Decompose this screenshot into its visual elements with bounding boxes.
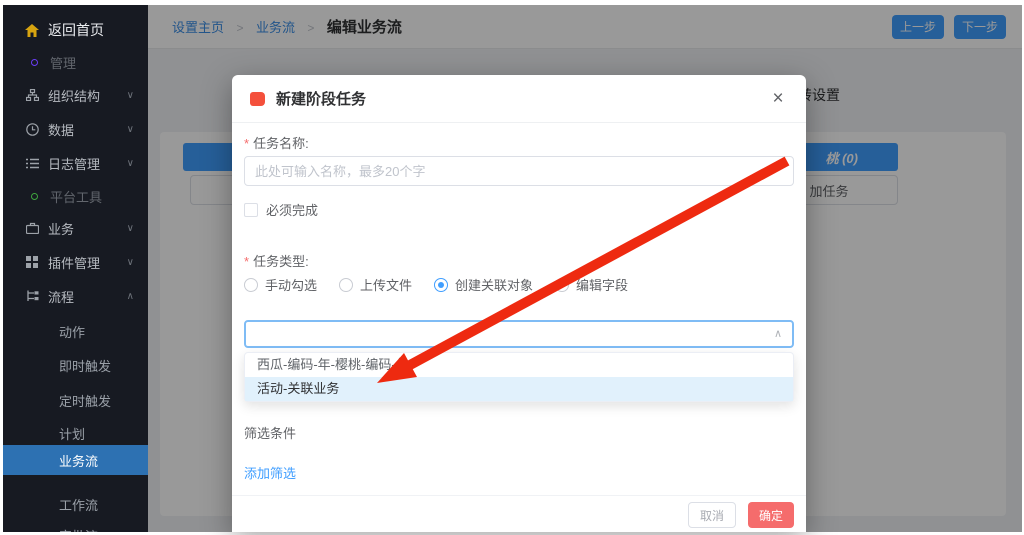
sidebar-item-plan[interactable]: 计划 (3, 418, 148, 448)
sidebar-item-label: 即时触发 (59, 356, 111, 375)
modal-title: 新建阶段任务 (276, 88, 366, 109)
task-type-radio-group: 手动勾选 上传文件 创建关联对象 编辑字段 (244, 275, 650, 294)
ring-purple-icon (27, 55, 41, 69)
sidebar-group-admin[interactable]: 管理 (3, 47, 148, 77)
chevron-down-icon: ∨ (127, 257, 134, 268)
task-name-input[interactable] (244, 156, 794, 186)
confirm-button[interactable]: 确定 (748, 502, 794, 528)
sidebar-item-timed-trigger[interactable]: 定时触发 (3, 385, 148, 415)
dropdown-option-activity-related-business[interactable]: 活动-关联业务 (245, 377, 793, 401)
must-complete-checkbox-row[interactable]: 必须完成 (244, 200, 318, 219)
sidebar-item-log-management[interactable]: 日志管理 ∨ (3, 148, 148, 178)
sidebar-item-label: 动作 (59, 322, 85, 341)
sidebar-item-home[interactable]: 返回首页 (3, 15, 148, 45)
sidebar-item-label: 返回首页 (48, 20, 104, 40)
org-icon (25, 88, 39, 102)
sidebar-group-platform-tools[interactable]: 平台工具 (3, 181, 148, 211)
must-complete-label: 必须完成 (266, 200, 318, 219)
list-icon (25, 156, 39, 170)
sidebar-item-label: 业务流 (59, 451, 98, 470)
home-icon (25, 23, 39, 37)
cancel-button[interactable]: 取消 (688, 502, 736, 528)
sidebar-item-label: 定时触发 (59, 391, 111, 410)
modal-footer: 取消 确定 (232, 495, 806, 532)
required-mark: * (244, 136, 249, 151)
select-dropdown-panel: 西瓜-编码-年-樱桃-编码-年 活动-关联业务 (244, 352, 794, 402)
radio-checked-icon (434, 278, 448, 292)
sidebar-item-org-structure[interactable]: 组织结构 ∨ (3, 80, 148, 110)
related-object-select[interactable]: ∧ (244, 320, 794, 348)
sidebar-item-label: 数据 (48, 120, 74, 139)
sidebar-item-data[interactable]: 数据 ∨ (3, 114, 148, 144)
close-icon[interactable]: × (766, 87, 790, 111)
radio-label: 手动勾选 (265, 275, 317, 294)
sidebar-item-label: 计划 (59, 424, 85, 443)
chevron-down-icon: ∨ (127, 124, 134, 135)
sidebar-item-label: 组织结构 (48, 86, 100, 105)
add-filter-link[interactable]: 添加筛选 (244, 463, 296, 482)
sidebar-item-business-flow[interactable]: 业务流 (3, 445, 148, 475)
sidebar-item-label: 流程 (48, 287, 74, 306)
chevron-down-icon: ∨ (127, 90, 134, 101)
sidebar-item-approval-flow[interactable]: 审批流 (3, 520, 148, 532)
sidebar-group-label: 平台工具 (50, 187, 102, 206)
dropdown-option-watermelon[interactable]: 西瓜-编码-年-樱桃-编码-年 (245, 353, 793, 377)
radio-icon (339, 278, 353, 292)
radio-manual-check[interactable]: 手动勾选 (244, 275, 317, 294)
clock-icon (25, 122, 39, 136)
radio-icon (244, 278, 258, 292)
ring-green-icon (27, 189, 41, 203)
task-name-label: *任务名称: (244, 133, 309, 152)
chevron-up-icon: ∧ (127, 291, 134, 302)
sidebar: 返回首页 管理 组织结构 ∨ 数据 ∨ 日志管理 ∨ 平台工具 业务 ∨ (3, 5, 148, 532)
sidebar-item-instant-trigger[interactable]: 即时触发 (3, 350, 148, 380)
filter-conditions-label: 筛选条件 (244, 423, 296, 442)
radio-label: 编辑字段 (576, 275, 628, 294)
sidebar-item-label: 日志管理 (48, 154, 100, 173)
radio-label: 创建关联对象 (455, 275, 533, 294)
required-mark: * (244, 254, 249, 269)
sidebar-item-process[interactable]: 流程 ∧ (3, 281, 148, 311)
sidebar-item-label: 业务 (48, 219, 74, 238)
radio-upload-file[interactable]: 上传文件 (339, 275, 412, 294)
new-stage-task-modal: 新建阶段任务 × *任务名称: 必须完成 *任务类型: 手动勾选 上传文件 创建… (232, 75, 806, 532)
checkbox-icon[interactable] (244, 203, 258, 217)
chevron-up-icon: ∧ (774, 327, 782, 340)
sidebar-item-label: 插件管理 (48, 253, 100, 272)
flag-icon (250, 92, 265, 106)
sidebar-item-workflow[interactable]: 工作流 (3, 489, 148, 519)
radio-create-related-object[interactable]: 创建关联对象 (434, 275, 533, 294)
task-type-label: *任务类型: (244, 251, 309, 270)
sidebar-item-plugin-management[interactable]: 插件管理 ∨ (3, 247, 148, 277)
chevron-down-icon: ∨ (127, 223, 134, 234)
radio-edit-field[interactable]: 编辑字段 (555, 275, 628, 294)
radio-label: 上传文件 (360, 275, 412, 294)
sidebar-item-label: 审批流 (59, 526, 98, 533)
radio-icon (555, 278, 569, 292)
sidebar-item-business[interactable]: 业务 ∨ (3, 213, 148, 243)
modal-header: 新建阶段任务 × (232, 75, 806, 123)
sidebar-item-action[interactable]: 动作 (3, 316, 148, 346)
grid-icon (25, 255, 39, 269)
chevron-down-icon: ∨ (127, 158, 134, 169)
sidebar-group-label: 管理 (50, 53, 76, 72)
flow-icon (25, 289, 39, 303)
sidebar-item-label: 工作流 (59, 495, 98, 514)
briefcase-icon (25, 221, 39, 235)
